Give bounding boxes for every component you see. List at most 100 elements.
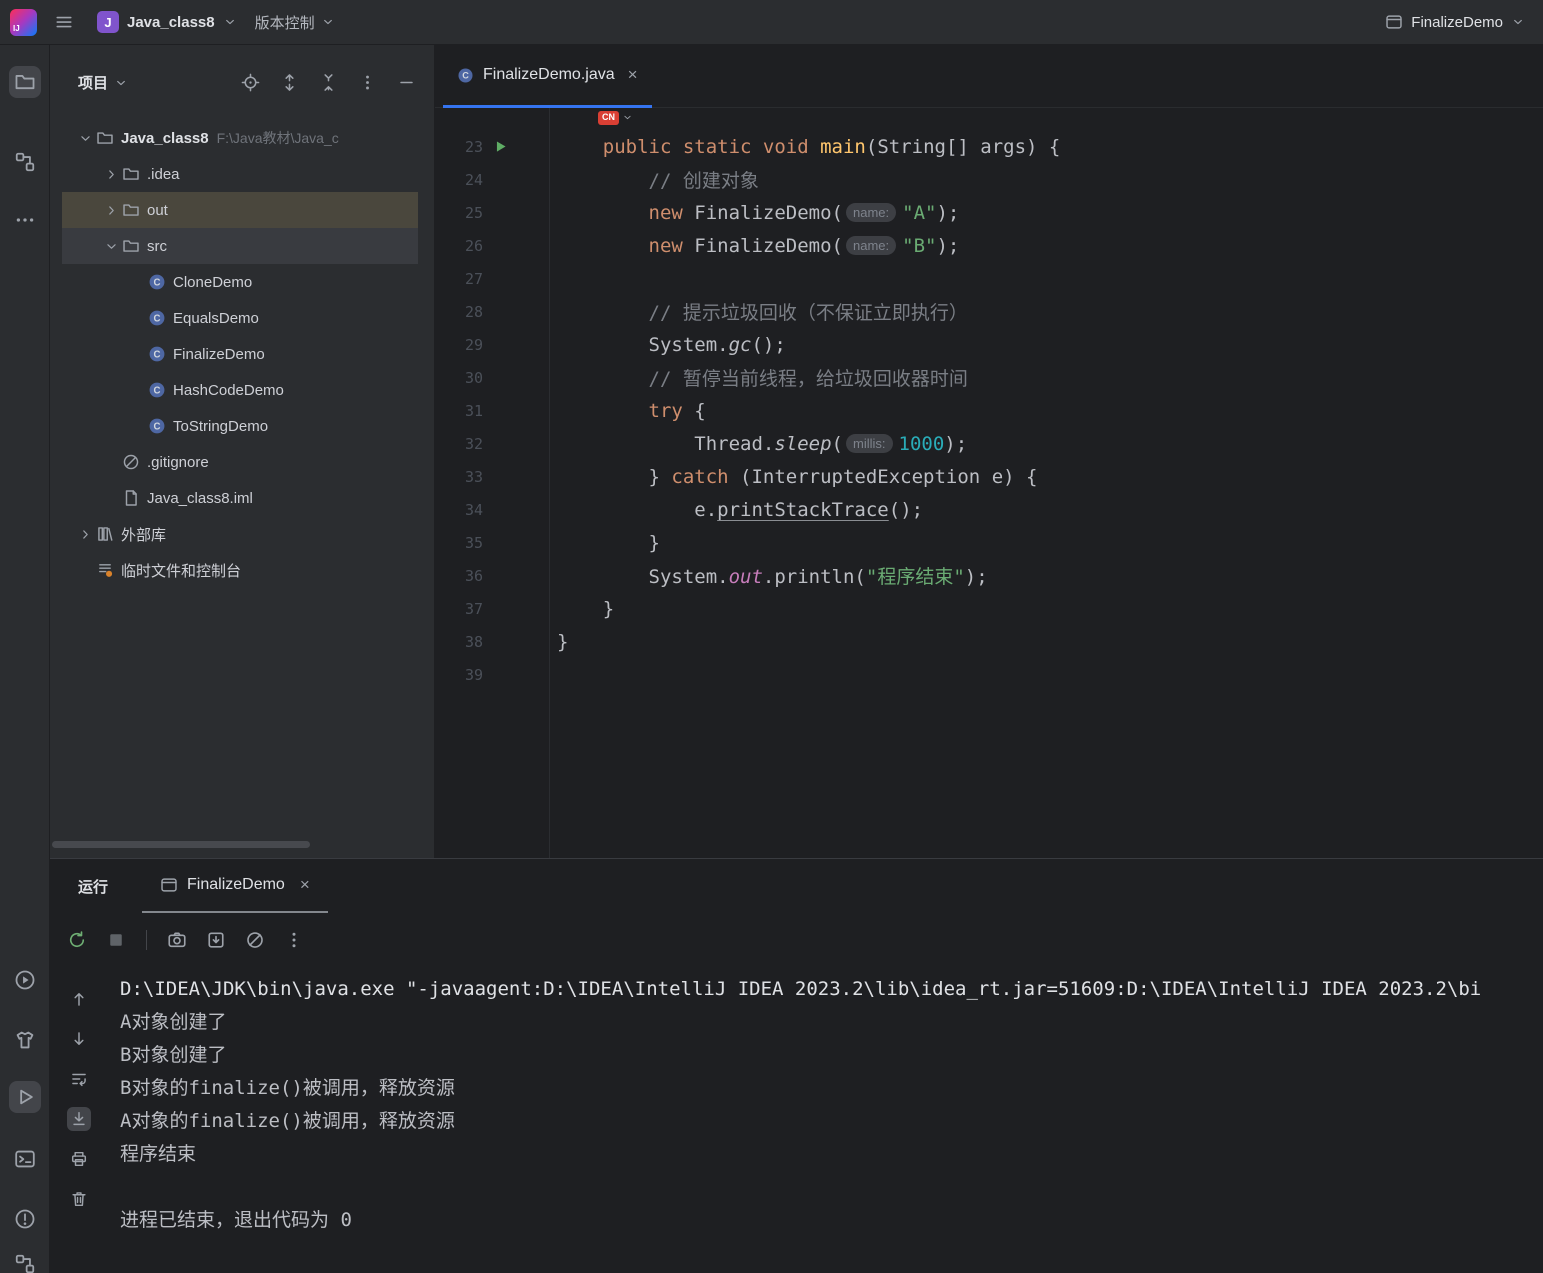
code-text[interactable]: new FinalizeDemo(name: "A");: [549, 201, 960, 224]
line-number: 32: [464, 434, 483, 453]
chevron-right-icon[interactable]: [74, 523, 96, 545]
code-text[interactable]: }: [549, 631, 568, 653]
horizontal-scrollbar[interactable]: [52, 841, 310, 848]
scroll-down-button[interactable]: [67, 1027, 91, 1051]
chevron-right-icon[interactable]: [100, 199, 122, 221]
stop-button[interactable]: [103, 927, 129, 953]
editor-tab-finalizedemo[interactable]: C FinalizeDemo.java ×: [443, 45, 652, 108]
chevron-right-icon[interactable]: [100, 163, 122, 185]
code-line-35: 35 }: [435, 526, 1543, 559]
hamburger-menu-button[interactable]: [49, 7, 79, 37]
camera-button[interactable]: [164, 927, 190, 953]
tree-item-src-folder[interactable]: src: [50, 228, 434, 264]
tree-item-java_class8-root[interactable]: Java_class8 F:\Java教材\Java_c: [50, 120, 434, 156]
run-config-selector[interactable]: FinalizeDemo: [1385, 13, 1525, 31]
close-tab-icon[interactable]: ×: [628, 65, 638, 85]
select-opened-file-button[interactable]: [238, 71, 262, 95]
folder-icon: [122, 201, 140, 219]
expand-all-button[interactable]: [277, 71, 301, 95]
code-token: sleep: [774, 432, 832, 455]
tree-item-clonedemo-class[interactable]: C CloneDemo: [50, 264, 434, 300]
cutoff-tool-button[interactable]: [11, 1250, 39, 1273]
code-text[interactable]: public static void main(String[] args) {: [549, 135, 1061, 158]
tree-item-tostringdemo-class[interactable]: C ToStringDemo: [50, 408, 434, 444]
clear-all-button[interactable]: [242, 927, 268, 953]
scroll-to-end-button[interactable]: [67, 1107, 91, 1131]
tree-item-hashcodedemo-class[interactable]: C HashCodeDemo: [50, 372, 434, 408]
code-text[interactable]: }: [549, 532, 660, 554]
print-button[interactable]: [67, 1147, 91, 1171]
code-editor[interactable]: 23 public static void main(String[] args…: [435, 108, 1543, 858]
console-line: B对象创建了: [120, 1044, 227, 1066]
code-text[interactable]: }: [549, 598, 614, 620]
console-line: B对象的finalize()被调用，释放资源: [120, 1077, 455, 1099]
code-line-39: 39: [435, 658, 1543, 691]
project-panel-title-button[interactable]: 项目: [78, 72, 128, 93]
tree-item-idea-folder[interactable]: .idea: [50, 156, 434, 192]
services-tool-button[interactable]: [11, 966, 39, 994]
run-tab-finalizedemo[interactable]: FinalizeDemo ×: [142, 859, 328, 913]
chevron-down-icon[interactable]: [74, 127, 96, 149]
run-tool-button[interactable]: [8, 1081, 41, 1113]
code-text[interactable]: new FinalizeDemo(name: "B");: [549, 235, 960, 257]
run-config-name: FinalizeDemo: [1411, 13, 1503, 31]
scroll-up-button[interactable]: [67, 987, 91, 1011]
kebab-menu-button[interactable]: [281, 927, 307, 953]
code-text[interactable]: } catch (InterruptedException e) {: [549, 466, 1038, 488]
structure-tool-button[interactable]: [11, 148, 39, 176]
console-wrap: D:\IDEA\JDK\bin\java.exe "-javaagent:D:\…: [50, 967, 1543, 1273]
code-token: }: [557, 531, 660, 554]
code-text[interactable]: // 暂停当前线程，给垃圾回收器时间: [549, 364, 968, 391]
code-token: main: [820, 135, 866, 158]
problems-tool-button[interactable]: [11, 1205, 39, 1233]
run-line-icon[interactable]: [493, 139, 508, 154]
titlebar: IJ J Java_class8 版本控制 FinalizeDemo: [0, 0, 1543, 45]
code-text[interactable]: System.out.println("程序结束");: [549, 562, 988, 589]
code-token: );: [936, 201, 960, 224]
code-line-25: 25 new FinalizeDemo(name: "A");: [435, 196, 1543, 229]
import-button[interactable]: [203, 927, 229, 953]
tree-item-gitignore-file[interactable]: .gitignore: [50, 444, 434, 480]
editor-tabbar: C FinalizeDemo.java ×: [435, 45, 1543, 108]
code-text[interactable]: Thread.sleep(millis: 1000);: [549, 433, 967, 455]
code-text[interactable]: try {: [549, 400, 706, 422]
code-text[interactable]: // 创建对象: [549, 166, 759, 193]
project-panel-toolbar: [238, 71, 418, 95]
tree-item-external-libraries[interactable]: 外部库: [50, 516, 434, 552]
tree-item-label: 临时文件和控制台: [121, 562, 242, 580]
more-options-button[interactable]: [355, 71, 379, 95]
code-line-33: 33 } catch (InterruptedException e) {: [435, 460, 1543, 493]
clear-console-button[interactable]: [67, 1187, 91, 1211]
console-output[interactable]: D:\IDEA\JDK\bin\java.exe "-javaagent:D:\…: [108, 967, 1543, 1273]
chevron-down-icon: [622, 112, 633, 123]
chevron-placeholder: [126, 379, 148, 401]
close-tab-icon[interactable]: ×: [300, 875, 310, 895]
soft-wrap-button[interactable]: [67, 1067, 91, 1091]
line-number: 35: [464, 533, 483, 552]
code-token: ();: [888, 498, 924, 521]
inlay-hint: name:: [846, 235, 897, 255]
rerun-button[interactable]: [64, 927, 90, 953]
tree-item-out-folder[interactable]: out: [50, 192, 434, 228]
vcs-menu[interactable]: 版本控制: [255, 12, 335, 33]
hide-panel-button[interactable]: [394, 71, 418, 95]
tree-item-iml-file[interactable]: Java_class8.iml: [50, 480, 434, 516]
ime-indicator: CN: [598, 111, 633, 125]
project-tool-button[interactable]: [8, 66, 41, 98]
collapse-all-button[interactable]: [316, 71, 340, 95]
tree-item-label: .gitignore: [147, 453, 209, 471]
tree-item-label: .idea: [147, 165, 180, 183]
bookmarks-tool-button[interactable]: [11, 1026, 39, 1054]
more-tool-windows-button[interactable]: [11, 206, 39, 234]
svg-text:C: C: [154, 421, 161, 432]
terminal-tool-button[interactable]: [11, 1145, 39, 1173]
tree-item-equalsdemo-class[interactable]: C EqualsDemo: [50, 300, 434, 336]
project-selector[interactable]: J Java_class8: [91, 7, 243, 37]
code-text[interactable]: // 提示垃圾回收（不保证立即执行）: [549, 298, 968, 325]
chevron-down-icon[interactable]: [100, 235, 122, 257]
project-panel-title: 项目: [78, 75, 109, 92]
tree-item-scratches[interactable]: 临时文件和控制台: [50, 552, 434, 588]
code-text[interactable]: System.gc();: [549, 334, 786, 356]
code-text[interactable]: e.printStackTrace();: [549, 499, 923, 521]
tree-item-finalizedemo-class[interactable]: C FinalizeDemo: [50, 336, 434, 372]
